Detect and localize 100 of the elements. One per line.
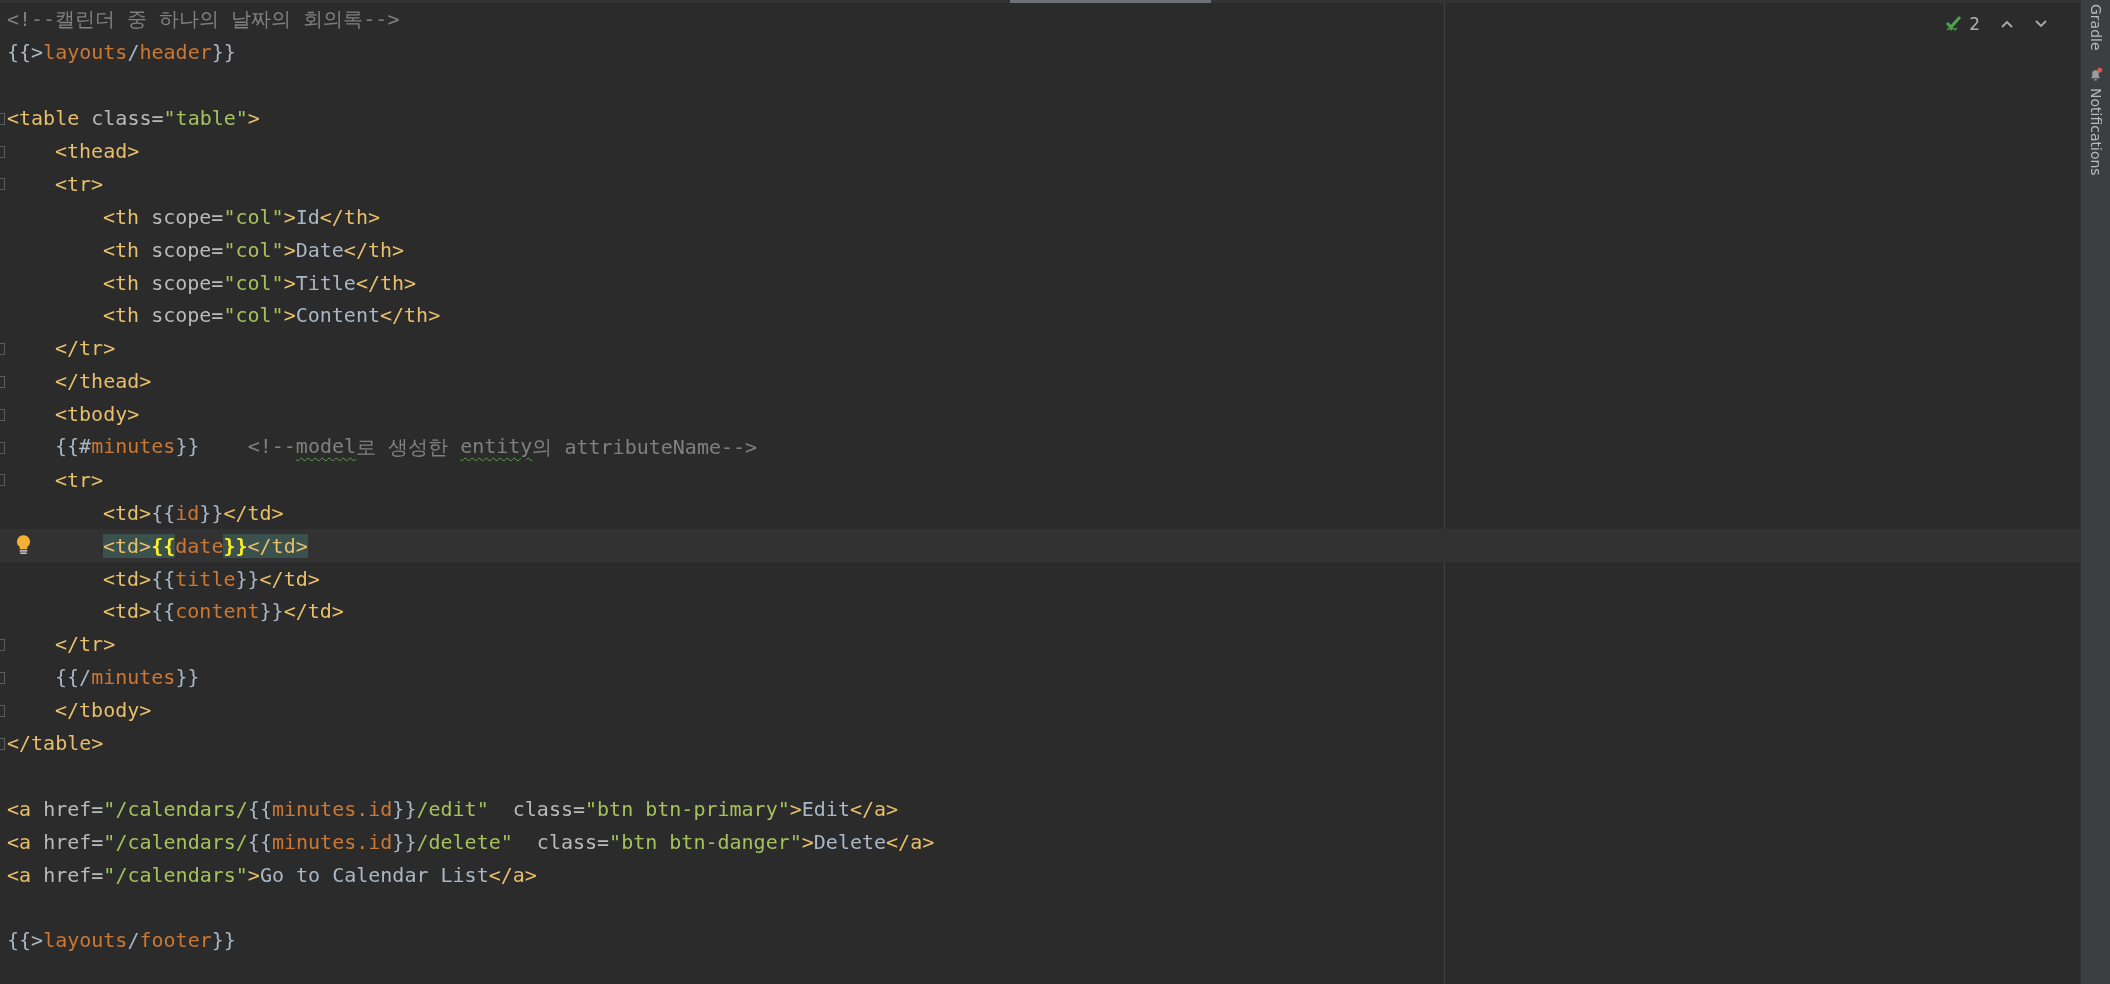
code-comment-word: model <box>295 433 357 460</box>
code-tag: > <box>789 796 802 821</box>
code-tag: <tbody> <box>55 402 140 427</box>
fold-marker-icon[interactable] <box>0 474 5 487</box>
code-tag: </td> <box>259 566 320 591</box>
matched-brace: {{ <box>151 533 176 558</box>
fold-marker-icon[interactable] <box>0 441 5 454</box>
code-variable: id <box>175 500 200 525</box>
code-brace: {{ <box>151 599 176 624</box>
code-tag: > <box>283 303 296 328</box>
tool-window-button[interactable]: Notifications <box>2087 85 2104 178</box>
inspection-widget[interactable]: 2 <box>1941 12 2066 36</box>
fold-marker-icon[interactable] <box>0 375 5 388</box>
fold-marker-icon[interactable] <box>0 408 5 421</box>
code-attribute: scope= <box>150 270 224 295</box>
code-string: "col" <box>223 237 284 262</box>
code-comment-word: entity <box>460 433 533 460</box>
code-attribute: class= <box>511 796 586 821</box>
code-attribute: class= <box>535 829 610 854</box>
code-attribute: scope= <box>150 204 224 229</box>
tool-window-button[interactable]: Gradle <box>2087 2 2104 53</box>
code-variable: date <box>175 533 224 558</box>
code-string: "btn btn-danger" <box>609 829 802 854</box>
code-brace: {{ <box>151 566 176 591</box>
code-tag: <tr> <box>55 171 104 196</box>
code-string: "/calendars/ <box>103 829 248 854</box>
code-tag: <table <box>7 106 80 131</box>
code-string: "col" <box>223 204 284 229</box>
code-tag: > <box>283 237 296 262</box>
chevron-down-icon[interactable] <box>2034 19 2048 29</box>
code-brace: }} <box>259 599 284 624</box>
fold-marker-icon[interactable] <box>0 638 5 651</box>
code-tag: </a> <box>886 829 935 854</box>
code-string: "/calendars/ <box>103 796 248 821</box>
chevron-up-icon[interactable] <box>2000 19 2014 29</box>
code-brace: {{ <box>247 796 272 821</box>
code-text: Go to Calendar List <box>259 862 489 887</box>
code-tag: <th <box>103 204 140 229</box>
code-tag: </th> <box>319 204 380 229</box>
code-tag: <tr> <box>55 467 104 492</box>
code-string: /delete" <box>416 829 513 854</box>
fold-marker-icon[interactable] <box>0 671 5 684</box>
code-tag: </tbody> <box>55 698 152 723</box>
code-variable: minutes.id <box>271 829 393 854</box>
code-brace: }} <box>175 665 200 690</box>
code-tag: <td> <box>103 599 152 624</box>
code-string: "btn btn-primary" <box>585 796 790 821</box>
check-icon <box>1945 15 1964 33</box>
code-tag: </table> <box>7 731 104 756</box>
code-variable: title <box>175 566 236 591</box>
code-text: Title <box>295 270 356 295</box>
code-brace: {{ <box>151 500 176 525</box>
code-tag: </a> <box>488 862 537 887</box>
code-tag: <a <box>7 862 32 887</box>
code-tag: <thead> <box>55 139 140 163</box>
fold-marker-icon[interactable] <box>0 178 5 191</box>
code-tag: </th> <box>380 303 441 328</box>
code-tag: > <box>247 862 260 887</box>
horizontal-scrollbar[interactable] <box>1010 0 1211 3</box>
code-tag: <th <box>103 303 140 328</box>
code-string: "/calendars" <box>103 862 248 887</box>
code-tag: </td> <box>283 599 344 624</box>
code-attribute: href= <box>42 862 104 887</box>
code-variable: minutes <box>91 433 176 460</box>
code-tag: <th <box>103 270 140 295</box>
code-brace: {{> <box>7 928 44 953</box>
code-comment: <!--캘린더 중 하나의 날짜의 회의록--> <box>7 5 400 33</box>
code-brace: }} <box>392 829 417 854</box>
matched-tag: <td> <box>103 533 152 558</box>
code-attribute: scope= <box>150 303 224 328</box>
code-attribute: class= <box>90 106 164 131</box>
code-string: "col" <box>223 270 284 295</box>
code-tag: > <box>283 204 296 229</box>
bell-icon[interactable] <box>2088 66 2103 82</box>
code-variable: minutes.id <box>271 796 393 821</box>
code-comment: 로 생성한 <box>356 433 450 461</box>
code-brace: }} <box>392 796 417 821</box>
code-tag: </tr> <box>55 336 116 361</box>
code-variable: footer <box>139 928 212 953</box>
fold-marker-icon[interactable] <box>0 704 5 717</box>
code-tag: > <box>801 829 814 854</box>
code-tag: </a> <box>849 796 899 821</box>
code-variable: layouts <box>43 928 128 953</box>
code-string: "col" <box>223 303 284 328</box>
code-brace: {{/ <box>55 665 92 690</box>
code-tag: > <box>283 270 296 295</box>
fold-marker-icon[interactable] <box>0 145 5 158</box>
code-text: Id <box>295 204 320 229</box>
code-brace: }} <box>211 40 236 65</box>
lightbulb-icon[interactable] <box>16 534 31 556</box>
code-text: Date <box>295 237 344 262</box>
code-string: /edit" <box>416 796 489 821</box>
fold-marker-icon[interactable] <box>0 737 5 750</box>
code-attribute: href= <box>42 796 104 821</box>
code-brace: / <box>127 40 140 65</box>
code-brace: }} <box>211 928 236 953</box>
code-tag: <a <box>7 796 32 821</box>
code-brace: }} <box>235 566 260 591</box>
fold-marker-icon[interactable] <box>0 112 5 125</box>
fold-marker-icon[interactable] <box>0 342 5 355</box>
